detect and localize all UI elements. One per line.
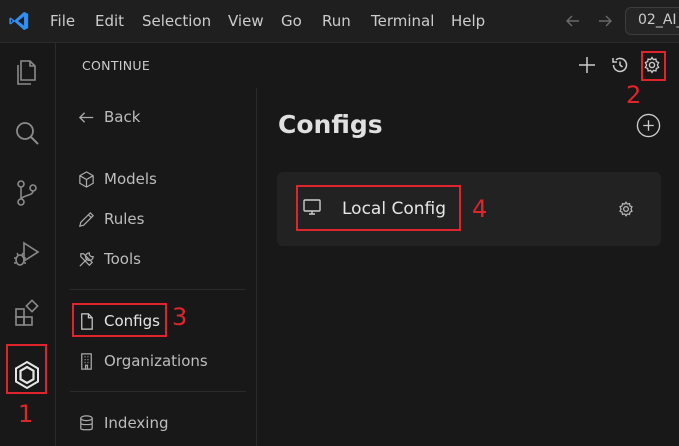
plus-icon[interactable] (576, 54, 598, 76)
pane-divider (256, 88, 257, 446)
menu-selection[interactable]: Selection (142, 12, 211, 30)
search-icon[interactable] (11, 117, 43, 149)
nav-item-models[interactable]: Models (77, 167, 157, 191)
cube-icon (79, 170, 94, 188)
nav-item-indexing[interactable]: Indexing (77, 411, 169, 435)
nav-tools-label: Tools (104, 250, 141, 268)
database-icon (80, 414, 93, 430)
explorer-files-icon[interactable] (11, 56, 43, 88)
building-icon (81, 352, 92, 370)
back-label: Back (104, 108, 141, 126)
menu-edit[interactable]: Edit (95, 12, 124, 30)
source-control-icon[interactable] (11, 177, 43, 209)
extensions-icon[interactable] (11, 297, 43, 329)
nav-rules-label: Rules (104, 210, 145, 228)
nav-item-organizations[interactable]: Organizations (77, 349, 208, 373)
pencil-icon (79, 211, 95, 227)
nav-divider (70, 289, 246, 290)
nav-indexing-label: Indexing (104, 414, 169, 432)
nav-item-rules[interactable]: Rules (77, 207, 144, 231)
nav-item-tools[interactable]: Tools (77, 247, 141, 271)
annotation-number-4: 4 (472, 195, 488, 223)
menu-terminal[interactable]: Terminal (371, 12, 434, 30)
menu-view[interactable]: View (228, 12, 264, 30)
config-settings-gear-icon[interactable] (616, 199, 636, 219)
run-debug-icon[interactable] (11, 238, 43, 270)
arrow-left-icon (78, 111, 94, 123)
annotation-box-2 (641, 51, 666, 81)
menu-run[interactable]: Run (322, 12, 351, 30)
menu-go[interactable]: Go (281, 12, 302, 30)
sidebar-title: CONTINUE (82, 58, 151, 73)
menu-help[interactable]: Help (451, 12, 485, 30)
annotation-number-2: 2 (626, 81, 642, 109)
nav-models-label: Models (104, 170, 157, 188)
history-icon[interactable] (609, 54, 631, 76)
vscode-logo-icon[interactable] (8, 10, 30, 32)
annotation-number-1: 1 (18, 400, 34, 428)
add-config-plus-circle-icon[interactable] (636, 113, 661, 138)
arrow-left-icon[interactable] (563, 11, 583, 31)
annotation-box-3 (72, 303, 167, 337)
annotation-number-3: 3 (172, 303, 188, 331)
arrow-right-icon[interactable] (595, 11, 615, 31)
annotation-box-4 (296, 185, 461, 231)
window-title: 02_AI_ (638, 12, 679, 28)
annotation-box-1 (6, 344, 47, 394)
nav-organizations-label: Organizations (104, 352, 208, 370)
back-button[interactable]: Back (77, 105, 140, 129)
page-title: Configs (278, 110, 383, 139)
nav-divider (70, 391, 246, 392)
menu-file[interactable]: File (50, 12, 75, 30)
wrench-screwdriver-icon (79, 251, 94, 267)
